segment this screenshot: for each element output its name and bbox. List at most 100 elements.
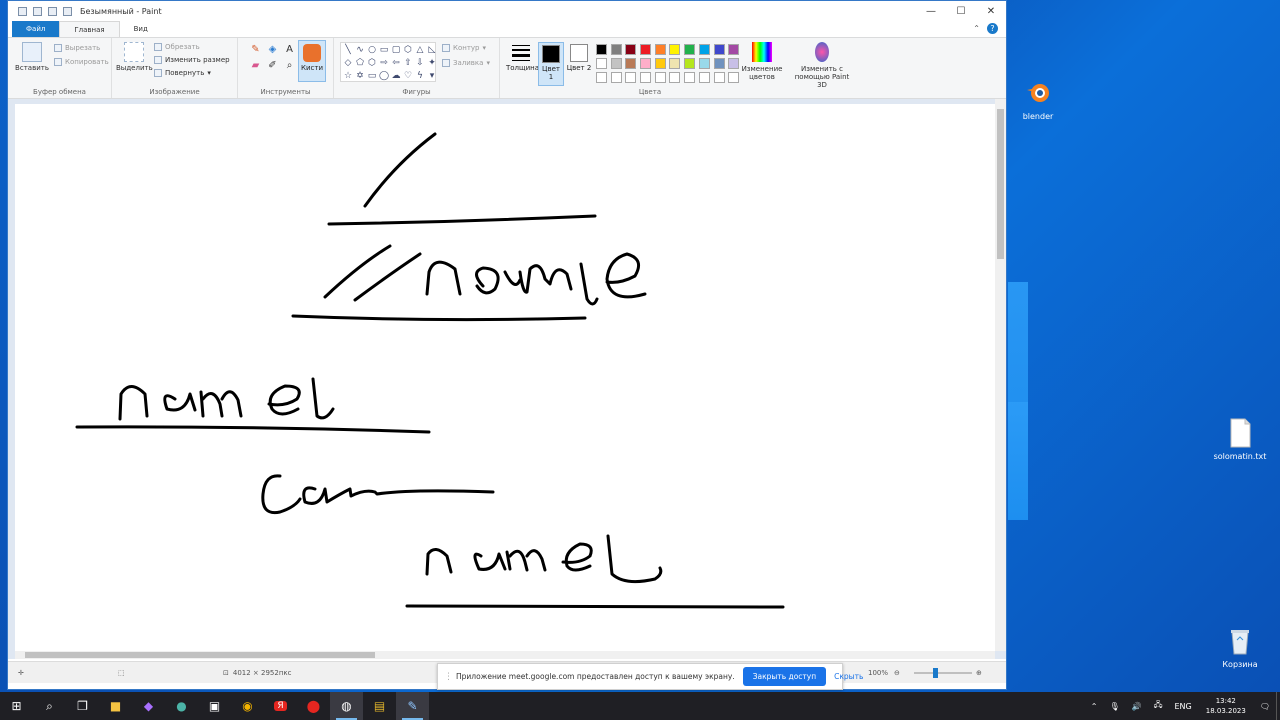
left-arrow-shape-icon[interactable]: ⇦ <box>390 57 402 69</box>
thickness-button[interactable]: Толщина <box>506 42 539 72</box>
five-point-star-shape-icon[interactable]: ☆ <box>342 70 354 82</box>
zoom-in-icon[interactable]: ⊕ <box>976 669 982 677</box>
taskbar-visual-studio[interactable]: ◆ <box>132 692 165 720</box>
close-button[interactable]: ✕ <box>976 1 1006 21</box>
paste-button[interactable]: Вставить <box>12 42 52 72</box>
eraser-icon[interactable]: ▰ <box>248 60 263 71</box>
taskbar-explorer[interactable]: ■ <box>99 692 132 720</box>
stop-sharing-button[interactable]: Закрыть доступ <box>742 667 827 686</box>
tab-home[interactable]: Главная <box>59 21 120 37</box>
help-icon[interactable]: ? <box>987 23 998 34</box>
rotate-button[interactable]: Повернуть ▾ <box>154 69 211 77</box>
more-shapes-icon[interactable]: ▾ <box>426 70 438 82</box>
rounded-rectangle-shape-icon[interactable]: ▢ <box>390 44 402 56</box>
right-triangle-shape-icon[interactable]: ◺ <box>426 44 438 56</box>
text-icon[interactable]: A <box>282 44 297 55</box>
right-arrow-shape-icon[interactable]: ⇨ <box>378 57 390 69</box>
magnifier-icon[interactable]: ⌕ <box>282 60 297 71</box>
line-shape-icon[interactable]: ╲ <box>342 44 354 56</box>
taskbar-chrome[interactable]: ◉ <box>231 692 264 720</box>
title-bar[interactable]: Безымянный - Paint — ☐ ✕ <box>8 1 1006 21</box>
palette-swatch[interactable] <box>669 44 681 55</box>
palette-swatch[interactable] <box>698 44 710 55</box>
horizontal-scroll-thumb[interactable] <box>25 652 375 658</box>
fill-icon[interactable]: ◈ <box>265 44 280 55</box>
cut-button[interactable]: Вырезать <box>54 44 100 52</box>
taskbar-yandex[interactable]: Я <box>264 692 297 720</box>
palette-swatch[interactable] <box>698 58 710 69</box>
tab-file[interactable]: Файл <box>12 21 60 37</box>
palette-swatch[interactable] <box>728 58 740 69</box>
heart-shape-icon[interactable]: ♡ <box>402 70 414 82</box>
pencil-icon[interactable]: ✎ <box>248 44 263 55</box>
pentagon-shape-icon[interactable]: ⬠ <box>354 57 366 69</box>
palette-swatch[interactable] <box>625 58 637 69</box>
redo-icon[interactable] <box>63 6 72 16</box>
palette-swatch[interactable] <box>625 44 637 55</box>
triangle-shape-icon[interactable]: △ <box>414 44 426 56</box>
palette-swatch[interactable] <box>596 44 607 55</box>
cloud-callout-shape-icon[interactable]: ☁ <box>390 70 402 82</box>
horizontal-scrollbar[interactable] <box>15 651 995 659</box>
palette-swatch[interactable] <box>640 44 652 55</box>
drag-handle-icon[interactable]: ⋮ <box>444 672 453 682</box>
up-arrow-shape-icon[interactable]: ⇧ <box>402 57 414 69</box>
taskbar-paint[interactable]: ✎ <box>396 692 429 720</box>
palette-swatch[interactable] <box>713 58 725 69</box>
taskbar-store[interactable]: ▣ <box>198 692 231 720</box>
palette-swatch[interactable] <box>698 72 710 83</box>
start-button[interactable]: ⊞ <box>0 692 33 720</box>
clock[interactable]: 13:42 18.03.2023 <box>1198 696 1254 716</box>
palette-swatch[interactable] <box>713 72 725 83</box>
palette-swatch[interactable] <box>669 72 681 83</box>
down-arrow-shape-icon[interactable]: ⇩ <box>414 57 426 69</box>
color-picker-icon[interactable]: ✐ <box>265 60 280 71</box>
palette-swatch[interactable] <box>610 58 622 69</box>
palette-swatch[interactable] <box>654 72 666 83</box>
edit-colors-button[interactable]: Изменение цветов <box>740 42 784 81</box>
zoom-out-icon[interactable]: ⊖ <box>894 669 900 677</box>
color1-button[interactable]: Цвет 1 <box>538 42 564 86</box>
palette-swatch[interactable] <box>640 72 652 83</box>
diamond-shape-icon[interactable]: ◇ <box>342 57 354 69</box>
palette-swatch[interactable] <box>654 44 666 55</box>
palette-swatch[interactable] <box>728 72 740 83</box>
rectangle-shape-icon[interactable]: ▭ <box>378 44 390 56</box>
vertical-scroll-thumb[interactable] <box>997 109 1004 259</box>
search-button[interactable]: ⌕ <box>33 692 66 720</box>
palette-swatch[interactable] <box>684 58 696 69</box>
four-point-star-shape-icon[interactable]: ✦ <box>426 57 438 69</box>
volume-icon[interactable]: 🔊 <box>1126 702 1148 711</box>
oval-shape-icon[interactable]: ○ <box>366 44 378 56</box>
collapse-ribbon-icon[interactable]: ⌃ <box>973 24 980 33</box>
paint3d-button[interactable]: Изменить с помощью Paint 3D <box>792 42 852 89</box>
palette-swatch[interactable] <box>728 44 740 55</box>
desktop-icon-recycle-bin[interactable]: Корзина <box>1210 626 1270 669</box>
taskbar-obs[interactable]: ◍ <box>330 692 363 720</box>
taskbar-app[interactable]: ● <box>165 692 198 720</box>
palette-swatch[interactable] <box>654 58 666 69</box>
polygon-shape-icon[interactable]: ⬡ <box>402 44 414 56</box>
color2-button[interactable]: Цвет 2 <box>566 42 592 72</box>
notifications-icon[interactable]: 🗨 <box>1254 702 1276 711</box>
palette-swatch[interactable] <box>625 72 637 83</box>
palette-swatch[interactable] <box>684 44 696 55</box>
show-desktop-button[interactable] <box>1276 692 1280 720</box>
palette-swatch[interactable] <box>610 44 622 55</box>
tab-view[interactable]: Вид <box>120 21 162 37</box>
brushes-button[interactable]: Кисти <box>298 40 326 82</box>
undo-icon[interactable] <box>48 6 57 16</box>
hexagon-shape-icon[interactable]: ⬡ <box>366 57 378 69</box>
zoom-slider-thumb[interactable] <box>933 668 938 678</box>
crop-button[interactable]: Обрезать <box>154 43 200 51</box>
desktop-icon-solomatin-txt[interactable]: solomatin.txt <box>1210 418 1270 461</box>
maximize-button[interactable]: ☐ <box>946 1 976 21</box>
outline-button[interactable]: Контур ▾ <box>442 44 486 52</box>
curve-shape-icon[interactable]: ∿ <box>354 44 366 56</box>
copy-button[interactable]: Копировать <box>54 58 109 66</box>
callout-shape-icon[interactable]: ▭ <box>366 70 378 82</box>
palette-swatch[interactable] <box>669 58 681 69</box>
microphone-icon[interactable]: 🎙 <box>1103 702 1125 711</box>
hide-button[interactable]: Скрыть <box>834 672 863 681</box>
six-point-star-shape-icon[interactable]: ✡ <box>354 70 366 82</box>
